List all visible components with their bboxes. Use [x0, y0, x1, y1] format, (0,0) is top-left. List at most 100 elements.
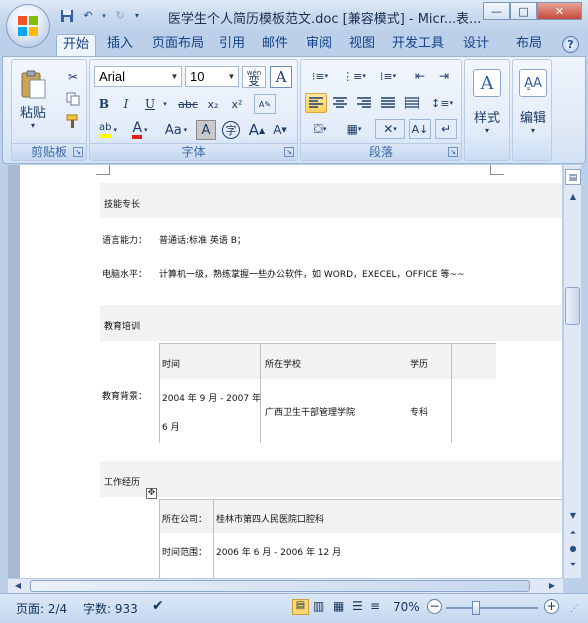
clear-formatting-button[interactable]: A✎: [254, 94, 276, 114]
increase-indent-icon[interactable]: ⇥: [433, 66, 455, 86]
grow-font-button[interactable]: A ▲: [247, 120, 267, 140]
justify-icon[interactable]: [377, 93, 399, 113]
paragraph-launcher-icon[interactable]: ↘: [448, 147, 458, 157]
select-browse-object-icon[interactable]: ●: [565, 541, 581, 557]
bold-button[interactable]: B: [94, 94, 114, 114]
zoom-slider-thumb[interactable]: [472, 601, 480, 615]
scroll-up-icon[interactable]: ▲: [565, 189, 581, 205]
zoom-in-icon[interactable]: +: [544, 599, 559, 614]
decrease-indent-icon[interactable]: ⇤: [409, 66, 431, 86]
phonetic-guide-button[interactable]: wén 变: [242, 66, 266, 88]
chevron-down-icon[interactable]: ▼: [225, 67, 238, 86]
close-button[interactable]: ✕: [537, 2, 582, 20]
redo-icon[interactable]: ↻: [111, 7, 129, 24]
multilevel-list-icon: ⁞≡: [379, 69, 393, 83]
print-layout-icon[interactable]: ▤: [292, 599, 309, 615]
web-layout-icon[interactable]: ▦: [333, 599, 344, 613]
horizontal-scroll-thumb[interactable]: [30, 580, 530, 592]
full-screen-reading-icon[interactable]: ▥: [313, 599, 324, 613]
maximize-button[interactable]: □: [510, 2, 537, 20]
char-shading-button[interactable]: A: [196, 120, 216, 140]
scroll-down-icon[interactable]: ▼: [565, 508, 581, 524]
numbering-button[interactable]: ⋮≡ ▾: [339, 66, 369, 86]
outline-icon[interactable]: ☰: [352, 599, 363, 613]
tab-review[interactable]: 审阅: [300, 34, 338, 57]
underline-button[interactable]: U: [140, 94, 160, 114]
format-painter-icon[interactable]: [64, 112, 82, 130]
minimize-button[interactable]: —: [483, 2, 510, 20]
borders-button[interactable]: ▦ ▾: [339, 119, 369, 139]
undo-icon[interactable]: ↶: [79, 7, 97, 24]
chinese-layout-button[interactable]: ✕ ▾: [375, 119, 405, 139]
table-move-handle-icon[interactable]: ✥: [146, 488, 157, 499]
horizontal-scrollbar[interactable]: ◀ ▶: [8, 578, 563, 593]
strikethrough-button[interactable]: abc: [176, 94, 200, 114]
grow-font-icon: A: [248, 121, 260, 139]
word-count[interactable]: 字数: 933: [83, 600, 138, 617]
font-size-box[interactable]: 10 ▼: [185, 66, 239, 87]
editing-button[interactable]: A͇A 编辑 ▾: [515, 64, 551, 140]
distributed-icon[interactable]: [401, 93, 423, 113]
shrink-font-button[interactable]: A ▼: [270, 120, 290, 140]
table-border: [159, 343, 496, 344]
font-color-button[interactable]: A ▾: [126, 120, 154, 140]
font-launcher-icon[interactable]: ↘: [284, 147, 294, 157]
align-right-icon[interactable]: [353, 93, 375, 113]
highlight-button[interactable]: ab ▾: [94, 120, 122, 140]
section-shade: [100, 461, 562, 497]
prev-page-icon[interactable]: ⏶: [565, 525, 581, 541]
line-spacing-button[interactable]: ↕≡ ▾: [427, 93, 457, 113]
multilevel-list-button[interactable]: ⁞≡ ▾: [373, 66, 403, 86]
superscript-button[interactable]: x²: [226, 94, 248, 114]
change-case-button[interactable]: Aa ▾: [160, 120, 192, 140]
chevron-down-icon[interactable]: ▼: [168, 67, 181, 86]
scroll-right-icon[interactable]: ▶: [544, 578, 560, 594]
tab-layout[interactable]: 布局: [510, 34, 548, 57]
tab-view[interactable]: 视图: [343, 34, 381, 57]
vertical-scrollbar[interactable]: ▤ ▲ ▼ ⏶ ● ⏷: [563, 165, 581, 578]
zoom-slider-track[interactable]: [446, 607, 538, 609]
shading-button[interactable]: ⛋ ▾: [305, 119, 335, 139]
vertical-scroll-thumb[interactable]: [565, 287, 580, 325]
office-button[interactable]: [6, 4, 50, 48]
sort-icon[interactable]: A↓: [409, 119, 431, 139]
show-marks-icon[interactable]: ↵: [435, 119, 457, 139]
clipboard-launcher-icon[interactable]: ↘: [73, 147, 83, 157]
bullets-button[interactable]: ⁝≡ ▾: [305, 66, 335, 86]
draft-icon[interactable]: ≡: [370, 599, 380, 613]
align-left-icon[interactable]: [305, 93, 327, 113]
tab-page-layout[interactable]: 页面布局: [146, 34, 210, 57]
tab-mailings[interactable]: 邮件: [256, 34, 294, 57]
edu-bg-label: 教育背景：: [102, 392, 148, 402]
italic-button[interactable]: I: [116, 94, 136, 114]
proofing-icon[interactable]: ✔: [152, 598, 164, 614]
align-center-icon[interactable]: [329, 93, 351, 113]
next-page-icon[interactable]: ⏷: [565, 557, 581, 573]
subscript-button[interactable]: x₂: [202, 94, 224, 114]
highlight-icon: ab: [99, 122, 112, 138]
chevron-down-icon[interactable]: ▾: [160, 94, 170, 114]
help-icon[interactable]: ?: [562, 36, 579, 53]
cut-icon[interactable]: ✂: [64, 68, 82, 86]
zoom-level[interactable]: 70%: [393, 600, 420, 614]
tab-references[interactable]: 引用: [213, 34, 251, 57]
font-name-box[interactable]: Arial ▼: [94, 66, 182, 87]
tab-developer[interactable]: 开发工具: [386, 34, 450, 57]
tab-design[interactable]: 设计: [457, 34, 495, 57]
undo-dropdown-icon[interactable]: ▾: [100, 7, 108, 24]
copy-icon[interactable]: [64, 90, 82, 108]
paste-button[interactable]: 粘贴 ▾: [16, 64, 50, 136]
styles-button[interactable]: A 样式 ▾: [469, 64, 505, 140]
tab-home[interactable]: 开始: [56, 34, 97, 57]
tab-insert[interactable]: 插入: [101, 34, 139, 57]
page-count[interactable]: 页面: 2/4: [16, 600, 67, 617]
resize-grip-icon[interactable]: ⋰: [570, 604, 579, 614]
char-border-button[interactable]: A: [270, 66, 292, 88]
save-icon[interactable]: [58, 7, 76, 24]
customize-qat-icon[interactable]: ▾: [132, 7, 142, 24]
scroll-left-icon[interactable]: ◀: [10, 578, 26, 594]
enclose-char-icon: 字: [222, 121, 240, 139]
enclose-char-button[interactable]: 字: [220, 120, 242, 140]
zoom-out-icon[interactable]: −: [427, 599, 442, 614]
ruler-toggle-icon[interactable]: ▤: [565, 169, 581, 185]
